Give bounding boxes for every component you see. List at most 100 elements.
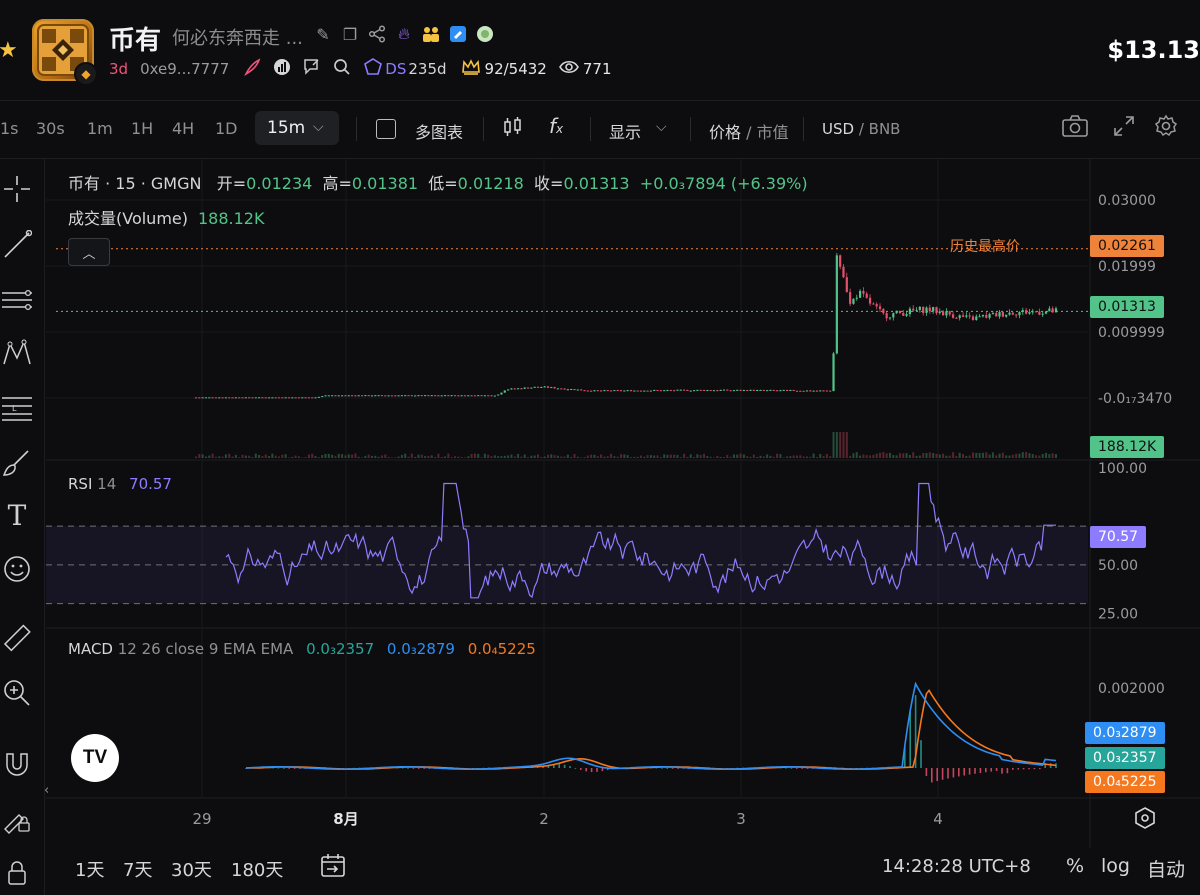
contract-address[interactable]: 0xe9...7777 xyxy=(140,60,229,78)
tradingview-logo[interactable]: TV xyxy=(71,734,119,782)
candle-body xyxy=(835,255,838,354)
multi-chart-label[interactable]: 多图表 xyxy=(415,119,463,143)
active-timeframe[interactable]: 15m xyxy=(267,118,305,138)
copy-icon[interactable]: ❐ xyxy=(339,23,361,45)
percent-toggle[interactable]: % xyxy=(1066,855,1084,877)
candle-body xyxy=(998,312,1001,317)
candle-body xyxy=(257,397,261,399)
candle-body xyxy=(729,390,732,392)
range-180d[interactable]: 180天 xyxy=(231,856,283,882)
pattern-icon[interactable] xyxy=(0,336,34,370)
fullscreen-icon[interactable] xyxy=(1113,115,1135,142)
group-icon[interactable] xyxy=(420,23,442,45)
reset-scale-icon[interactable] xyxy=(1133,806,1157,836)
timeframe-1s[interactable]: 1s xyxy=(0,119,19,138)
volume-bar xyxy=(590,454,593,458)
range-30d[interactable]: 30天 xyxy=(171,856,212,882)
feather-icon[interactable] xyxy=(243,58,261,80)
crosshair-icon[interactable] xyxy=(0,172,34,206)
timeframe-1h[interactable]: 1H xyxy=(131,119,153,138)
candle-body xyxy=(971,316,975,320)
range-7d[interactable]: 7天 xyxy=(123,856,152,882)
dexscreener-icon[interactable] xyxy=(363,58,383,80)
auto-toggle[interactable]: 自动 xyxy=(1147,855,1185,882)
magnet-icon[interactable] xyxy=(0,748,34,782)
volume-bar xyxy=(390,457,393,458)
chat-edit-icon[interactable] xyxy=(303,58,321,80)
macd-name[interactable]: MACD xyxy=(68,640,113,658)
flame-icon[interactable]: 🔥︎ xyxy=(393,23,415,45)
zoom-in-icon[interactable] xyxy=(0,676,34,710)
trend-line-icon[interactable] xyxy=(0,228,34,262)
lock-icon[interactable] xyxy=(0,856,34,890)
range-1d[interactable]: 1天 xyxy=(75,856,104,882)
candle-body xyxy=(888,317,892,319)
brush-icon[interactable] xyxy=(0,446,34,480)
chevron-down-icon[interactable]: ⌵ xyxy=(656,119,667,135)
multi-chart-checkbox[interactable] xyxy=(376,119,396,139)
candle-body xyxy=(1018,311,1021,316)
macd-histogram-bar xyxy=(920,740,922,768)
indicators-fx-icon[interactable]: fx xyxy=(549,114,563,138)
verified-edit-icon[interactable] xyxy=(447,23,469,45)
eye-icon[interactable] xyxy=(558,59,579,79)
price-toggle-label[interactable]: 价格 xyxy=(709,123,741,142)
goto-date-icon[interactable] xyxy=(319,853,347,885)
edit-icon[interactable]: ✎ xyxy=(312,23,334,45)
candlestick-icon[interactable] xyxy=(502,116,524,143)
candle-body xyxy=(809,390,812,392)
candle-body xyxy=(228,397,231,399)
token-description[interactable]: 何必东奔西走 ... xyxy=(172,24,303,50)
volume-bar xyxy=(261,456,264,458)
volume-bar xyxy=(550,454,553,458)
chevron-down-icon[interactable]: ⌵ xyxy=(313,119,324,135)
histogram-value-tag: 0.0₃2357 xyxy=(1085,747,1165,769)
currency-bnb[interactable]: BNB xyxy=(869,120,901,138)
dex-logo-icon[interactable] xyxy=(474,23,496,45)
currency-usd[interactable]: USD xyxy=(822,120,854,138)
volume-bar xyxy=(324,453,327,458)
token-meta-row: 3d 0xe9...7777 DS 235d 92/5432 771 xyxy=(109,58,612,80)
fib-retracement-icon[interactable]: L xyxy=(0,390,34,424)
volume-bar xyxy=(444,456,447,458)
volume-label[interactable]: 成交量(Volume) xyxy=(68,209,188,228)
timeframe-4h[interactable]: 4H xyxy=(172,119,194,138)
candle-body xyxy=(822,390,825,392)
macd-histogram-value: 0.0₃2357 xyxy=(306,640,375,658)
crown-icon[interactable] xyxy=(461,58,481,80)
price-chart[interactable]: 29 8月 2 3 4 0.03000 0.01999 0.009999 -0.0₁₇3470 1… xyxy=(46,158,1200,848)
share-icon[interactable] xyxy=(366,23,388,45)
scroll-left-icon[interactable]: ‹ xyxy=(44,783,49,798)
price-marketcap-toggle[interactable]: 价格 / 市值 xyxy=(709,119,789,143)
lock-drawing-icon[interactable] xyxy=(0,802,34,836)
timeframe-1m[interactable]: 1m xyxy=(87,119,113,138)
ruler-icon[interactable] xyxy=(0,622,34,656)
currency-toggle[interactable]: USD / BNB xyxy=(822,120,900,138)
log-toggle[interactable]: log xyxy=(1101,855,1130,877)
candle-body xyxy=(457,395,460,397)
candle-body xyxy=(895,310,898,314)
candle-body xyxy=(603,390,606,392)
candle-body xyxy=(772,389,775,391)
candle-body xyxy=(354,395,357,397)
stats-chart-icon[interactable] xyxy=(273,58,291,80)
marketcap-toggle-label[interactable]: 市值 xyxy=(757,123,789,142)
candle-body xyxy=(327,395,330,397)
timeframe-30s[interactable]: 30s xyxy=(36,119,65,138)
candle-body xyxy=(497,394,500,396)
display-menu[interactable]: 显示 xyxy=(609,119,641,143)
timeframe-1d[interactable]: 1D xyxy=(215,119,238,138)
emoji-icon[interactable] xyxy=(0,552,34,586)
text-tool-icon[interactable]: T xyxy=(0,498,34,532)
parallel-lines-icon[interactable] xyxy=(0,283,34,317)
favorite-star-icon[interactable]: ★ xyxy=(0,38,18,63)
symbol-label[interactable]: 币有 · 15 · GMGN xyxy=(68,174,201,193)
camera-icon[interactable] xyxy=(1062,115,1088,142)
volume-bar xyxy=(1021,452,1024,458)
candle-body xyxy=(912,308,915,311)
collapse-legend-button[interactable]: ︿ xyxy=(68,238,110,266)
volume-bar xyxy=(430,455,433,458)
search-icon[interactable] xyxy=(333,58,351,80)
settings-gear-icon[interactable] xyxy=(1154,114,1178,144)
rsi-name[interactable]: RSI xyxy=(68,475,92,493)
